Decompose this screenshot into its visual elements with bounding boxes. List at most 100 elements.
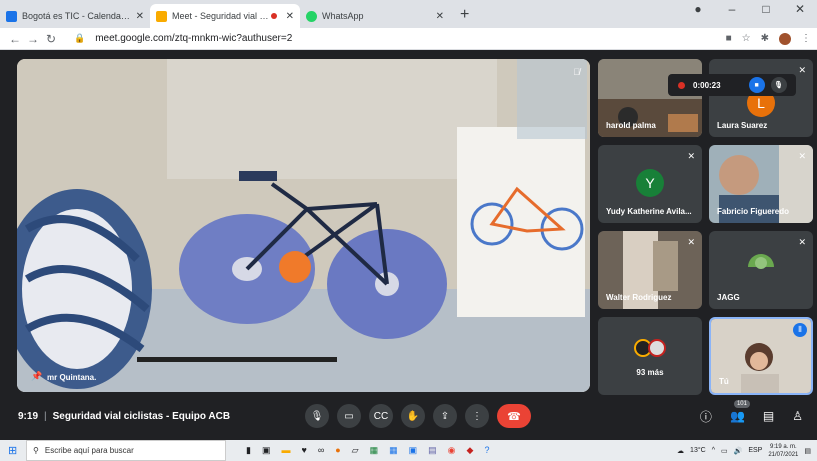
raise-hand-button[interactable]: ✋ (401, 404, 425, 428)
lock-icon[interactable]: 🔒 (74, 33, 85, 44)
maximize-button[interactable]: □ (749, 2, 783, 16)
end-call-button[interactable]: ☎ (497, 404, 531, 428)
reload-icon[interactable]: ↻ (42, 32, 60, 46)
close-window-button[interactable]: ✕ (783, 2, 817, 16)
chat-icon[interactable]: ▤ (763, 409, 774, 423)
mic-off-icon: ✕ (687, 151, 695, 161)
participant-tile[interactable]: ✕ Walter Rodriguez (598, 231, 702, 309)
help-icon[interactable]: ? (484, 445, 489, 456)
chrome-icon[interactable]: ◉ (448, 445, 456, 456)
people-button[interactable]: 101 👥 (730, 400, 750, 423)
avatar[interactable] (779, 32, 791, 45)
self-tile[interactable]: ⦀ Tú (709, 317, 813, 395)
mic-off-icon: ✕ (798, 65, 806, 75)
close-icon[interactable]: ✕ (286, 11, 294, 22)
avatar (648, 339, 666, 357)
more-participants-tile[interactable]: 93 más (598, 317, 702, 395)
taskbar: ⊞ ⚲ Escribe aquí para buscar ▮ ▣ ▬ ♥ ∞ ●… (0, 440, 817, 461)
pin-icon[interactable]: 📌 (31, 371, 42, 382)
participant-count-badge: 101 (733, 400, 750, 408)
tab-meet[interactable]: Meet - Seguridad vial ciclista ✕ (150, 4, 300, 28)
participant-name: Tú (719, 377, 729, 386)
more-participants-label: 93 más (636, 368, 664, 377)
temperature: 13°C (690, 447, 706, 454)
app-icon[interactable]: ▱ (352, 445, 359, 456)
whatsapp-icon (306, 10, 317, 22)
search-icon: ⚲ (33, 446, 39, 455)
window-controls: ● – □ ✕ (681, 2, 817, 16)
captions-button[interactable]: CC (369, 404, 393, 428)
camera-icon[interactable]: ■ (726, 33, 732, 44)
browser-tab-strip: Bogotá es TIC - Calendar - miérc ✕ Meet … (0, 0, 817, 28)
clock[interactable]: 9:19 a. m. 21/07/2021 (768, 443, 798, 459)
volume-icon[interactable]: 🔊 (734, 447, 743, 455)
notifications-icon[interactable]: ▤ (804, 447, 811, 455)
word-icon[interactable]: ▦ (389, 445, 398, 456)
teams-icon[interactable]: ▤ (428, 445, 437, 456)
chevron-up-icon[interactable]: ^ (712, 447, 715, 454)
mic-off-icon: ✕ (798, 237, 806, 247)
system-tray: ☁ 13°C ^ ▭ 🔊 ESP 9:19 a. m. 21/07/2021 ▤ (677, 443, 811, 459)
folder-icon[interactable]: ▬ (281, 445, 290, 456)
participant-tile[interactable]: Y ✕ Yudy Katherine Avila... (598, 145, 702, 223)
more-options-button[interactable]: ⋮ (465, 404, 489, 428)
profile-icon[interactable]: ● (681, 2, 715, 16)
microphone-icon[interactable]: 🎙 (770, 77, 787, 93)
new-tab-button[interactable]: + (460, 6, 469, 24)
app-icon[interactable]: ◆ (467, 445, 474, 456)
windows-start-icon[interactable]: ⊞ (8, 444, 17, 457)
tab-title: WhatsApp (322, 11, 364, 21)
meet-icon (156, 10, 167, 22)
camera-button[interactable]: ▭ (337, 404, 361, 428)
participant-tile[interactable]: ✕ JAGG (709, 231, 813, 309)
present-button[interactable]: ⇪ (433, 404, 457, 428)
extensions-icon[interactable]: ✱ (761, 33, 769, 44)
tab-title: Bogotá es TIC - Calendar - miérc (22, 11, 132, 21)
recording-time: 0:00:23 (693, 80, 721, 90)
main-video[interactable]: 📌 mr Quintana. 🎙̸ (17, 59, 590, 392)
stop-recording-button[interactable]: ■ (748, 77, 765, 93)
meeting-time: 9:19 (18, 410, 39, 422)
app-icon[interactable]: ♥ (301, 445, 306, 456)
back-icon[interactable]: ← (6, 32, 24, 46)
info-icon[interactable]: ⓘ (700, 408, 712, 425)
minimize-button[interactable]: – (715, 2, 749, 16)
mic-off-icon: 🎙̸ (573, 67, 580, 77)
participant-name: harold palma (606, 121, 656, 130)
meet-area: 📌 mr Quintana. 🎙̸ harold palma L ✕ Laura… (0, 50, 817, 440)
task-view-icon[interactable]: ▮ (246, 445, 251, 456)
participant-tile[interactable]: L ✕ Laura Suarez (709, 59, 813, 137)
recording-dot-icon (270, 13, 277, 19)
clock-date: 21/07/2021 (768, 451, 799, 458)
microphone-button[interactable]: 🎙 (305, 404, 329, 428)
address-bar: ← → ↻ 🔒 meet.google.com/ztq-mnkm-wic?aut… (0, 28, 817, 50)
network-icon[interactable]: ▭ (721, 447, 728, 455)
close-icon[interactable]: ✕ (136, 11, 144, 22)
app-icon[interactable]: ▣ (262, 445, 271, 456)
mic-off-icon: ✕ (798, 151, 806, 161)
activities-icon[interactable]: ♙ (792, 409, 803, 423)
meeting-info: 9:19 | Seguridad vial ciclistas - Equipo A… (18, 410, 231, 422)
tab-whatsapp[interactable]: WhatsApp ✕ (300, 4, 450, 28)
taskbar-search[interactable]: ⚲ Escribe aquí para buscar (26, 440, 226, 461)
participant-tile[interactable]: harold palma (598, 59, 702, 137)
forward-icon[interactable]: → (24, 32, 42, 46)
app-icon[interactable]: ▣ (409, 445, 418, 456)
calendar-icon (6, 10, 17, 22)
speaking-indicator-icon: ⦀ (793, 323, 807, 337)
search-placeholder: Escribe aquí para buscar (44, 446, 134, 455)
participant-name: Walter Rodriguez (606, 293, 672, 302)
app-icon[interactable]: ∞ (318, 445, 324, 456)
participant-name: Fabricio Figueredo (717, 207, 790, 216)
star-icon[interactable]: ☆ (742, 33, 751, 44)
tab-title: Meet - Seguridad vial ciclista (172, 11, 271, 21)
language-indicator[interactable]: ESP (748, 447, 762, 454)
tab-calendar[interactable]: Bogotá es TIC - Calendar - miérc ✕ (0, 4, 150, 28)
weather-icon[interactable]: ☁ (677, 447, 684, 455)
url-field[interactable]: meet.google.com/ztq-mnkm-wic?authuser=2 (95, 33, 292, 44)
close-icon[interactable]: ✕ (436, 11, 444, 22)
participant-tile[interactable]: ✕ Fabricio Figueredo (709, 145, 813, 223)
excel-icon[interactable]: ▦ (370, 445, 379, 456)
menu-icon[interactable]: ⋮ (801, 33, 811, 44)
firefox-icon[interactable]: ● (335, 445, 340, 456)
